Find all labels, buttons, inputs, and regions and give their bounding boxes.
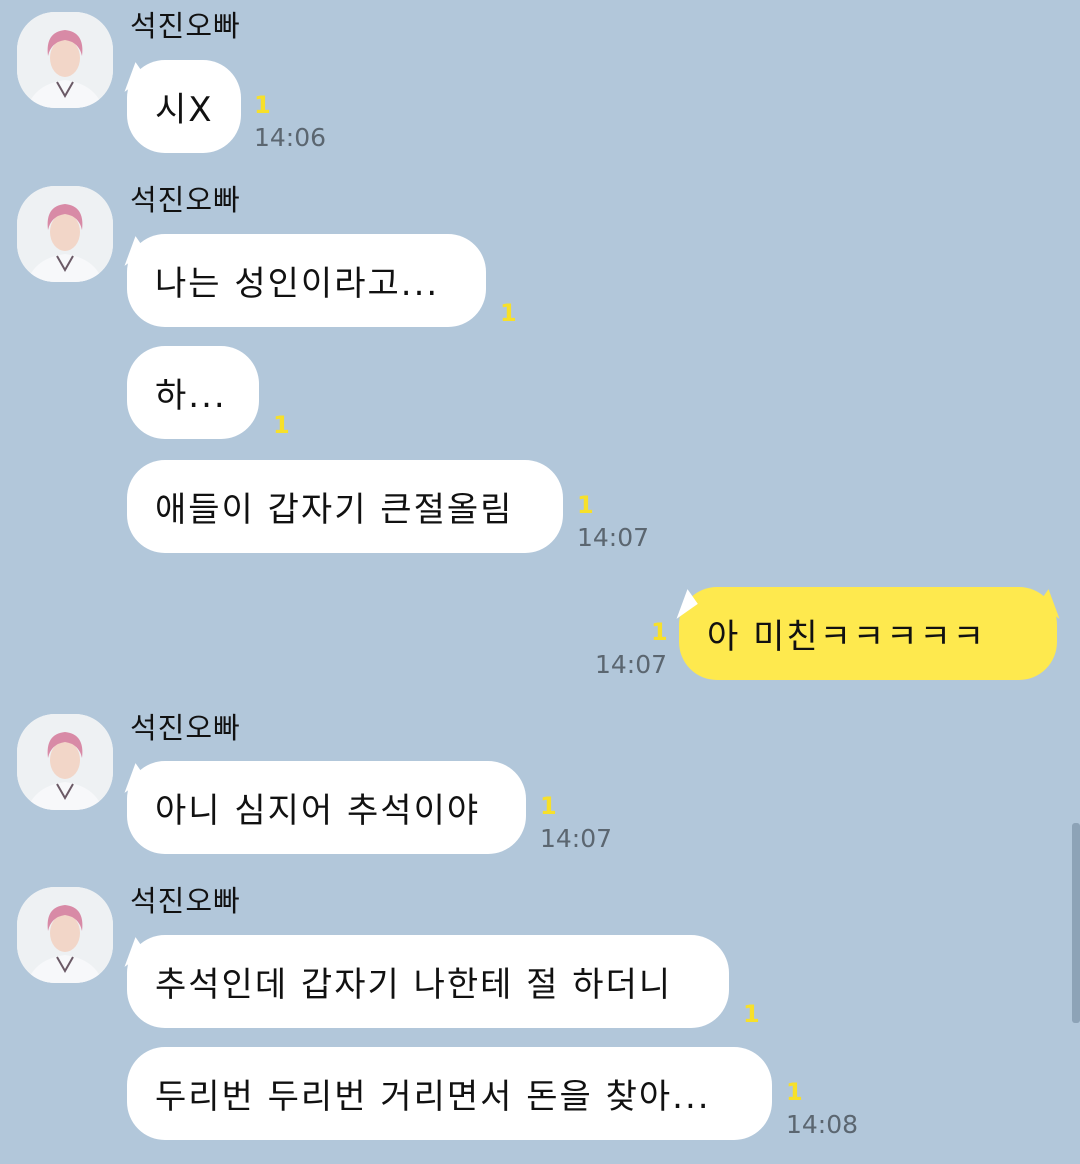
unread-count: 1 bbox=[786, 1078, 803, 1106]
scrollbar[interactable] bbox=[1072, 823, 1080, 1023]
message-text: 나는 성인이라고... bbox=[155, 264, 440, 304]
message-bubble[interactable]: 두리번 두리번 거리면서 돈을 찾아... bbox=[127, 1047, 772, 1140]
message-text: 추석인데 갑자기 나한테 절 하더니 bbox=[155, 965, 673, 1005]
profile-photo-icon bbox=[17, 186, 113, 282]
unread-count: 1 bbox=[540, 792, 557, 820]
unread-count: 1 bbox=[743, 1000, 760, 1028]
message-text: 두리번 두리번 거리면서 돈을 찾아... bbox=[155, 1077, 711, 1117]
profile-photo-icon bbox=[17, 887, 113, 983]
unread-count: 1 bbox=[254, 91, 271, 119]
unread-count: 1 bbox=[500, 299, 517, 327]
sender-name: 석진오빠 bbox=[130, 183, 241, 217]
message-bubble[interactable]: 시X bbox=[127, 60, 241, 153]
message-time: 14:07 bbox=[595, 650, 668, 679]
unread-count: 1 bbox=[273, 411, 290, 439]
message-bubble-sent[interactable]: 아 미친ㅋㅋㅋㅋㅋ bbox=[679, 587, 1057, 680]
message-bubble[interactable]: 애들이 갑자기 큰절올림 bbox=[127, 460, 563, 553]
message-time: 14:07 bbox=[540, 824, 613, 853]
message-bubble[interactable]: 하... bbox=[127, 346, 259, 439]
message-time: 14:08 bbox=[786, 1110, 859, 1139]
profile-photo-icon bbox=[17, 12, 113, 108]
avatar[interactable] bbox=[17, 887, 113, 983]
avatar[interactable] bbox=[17, 12, 113, 108]
message-time: 14:07 bbox=[577, 523, 650, 552]
message-text: 아니 심지어 추석이야 bbox=[155, 791, 481, 831]
message-text: 시X bbox=[155, 90, 214, 130]
message-text: 애들이 갑자기 큰절올림 bbox=[155, 490, 514, 530]
message-bubble[interactable]: 나는 성인이라고... bbox=[127, 234, 486, 327]
message-time: 14:06 bbox=[254, 123, 327, 152]
message-bubble[interactable]: 아니 심지어 추석이야 bbox=[127, 761, 526, 854]
sender-name: 석진오빠 bbox=[130, 711, 241, 745]
sender-name: 석진오빠 bbox=[130, 9, 241, 43]
unread-count: 1 bbox=[577, 491, 594, 519]
profile-photo-icon bbox=[17, 714, 113, 810]
message-bubble[interactable]: 추석인데 갑자기 나한테 절 하더니 bbox=[127, 935, 729, 1028]
message-text: 아 미친ㅋㅋㅋㅋㅋ bbox=[707, 617, 987, 657]
chat-room: 석진오빠 시X 1 14:06 석진오빠 나는 성인이라고... 1 하... … bbox=[0, 0, 1080, 1164]
unread-count: 1 bbox=[651, 618, 668, 646]
avatar[interactable] bbox=[17, 714, 113, 810]
message-text: 하... bbox=[155, 376, 227, 416]
sender-name: 석진오빠 bbox=[130, 884, 241, 918]
avatar[interactable] bbox=[17, 186, 113, 282]
